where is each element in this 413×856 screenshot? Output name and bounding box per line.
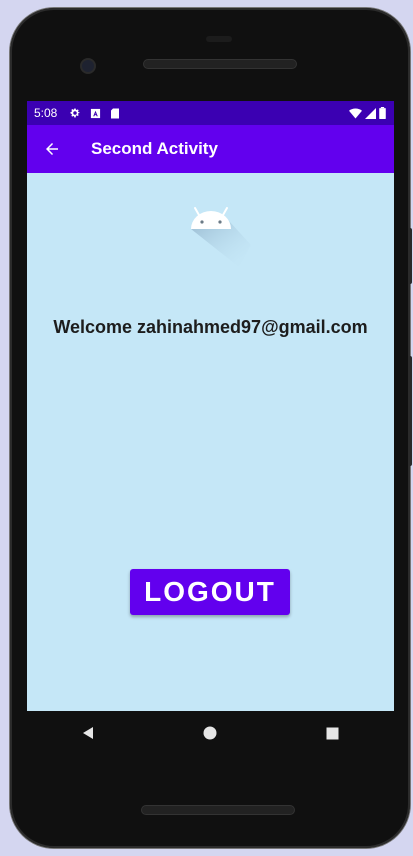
bottom-speaker	[142, 806, 294, 814]
welcome-prefix: Welcome	[53, 317, 133, 337]
status-notification-icons	[69, 107, 120, 119]
back-button[interactable]	[28, 125, 76, 173]
system-nav-bar	[27, 711, 394, 755]
volume-button	[408, 228, 412, 284]
app-screen: 5:08 Second Activity Welcome zahinahmed9…	[27, 101, 394, 711]
welcome-message: Welcome zahinahmed97@gmail.com	[27, 317, 394, 338]
user-email: zahinahmed97@gmail.com	[137, 317, 368, 337]
status-system-icons	[349, 107, 386, 119]
wifi-icon	[349, 108, 362, 118]
settings-icon	[70, 108, 80, 118]
status-bar: 5:08	[27, 101, 394, 125]
back-triangle-icon	[83, 727, 94, 739]
app-bar: Second Activity	[27, 125, 394, 173]
arrow-back-icon	[46, 143, 58, 155]
power-button	[408, 356, 412, 466]
earpiece-speaker	[144, 60, 296, 68]
android-logo-icon	[191, 207, 251, 267]
page-title: Second Activity	[91, 139, 218, 158]
logout-button[interactable]: LOGOUT	[130, 569, 290, 615]
nav-recents-button[interactable]	[313, 713, 353, 753]
battery-icon	[379, 107, 386, 119]
status-time: 5:08	[34, 106, 58, 120]
nav-back-button[interactable]	[68, 713, 108, 753]
a11y-icon	[91, 108, 101, 118]
sd-card-icon	[111, 108, 120, 118]
recents-square-icon	[326, 727, 339, 739]
phone-top-slot	[206, 36, 232, 42]
nav-home-button[interactable]	[190, 713, 230, 753]
signal-icon	[365, 107, 376, 119]
home-circle-icon	[203, 726, 217, 740]
front-camera	[82, 60, 94, 72]
